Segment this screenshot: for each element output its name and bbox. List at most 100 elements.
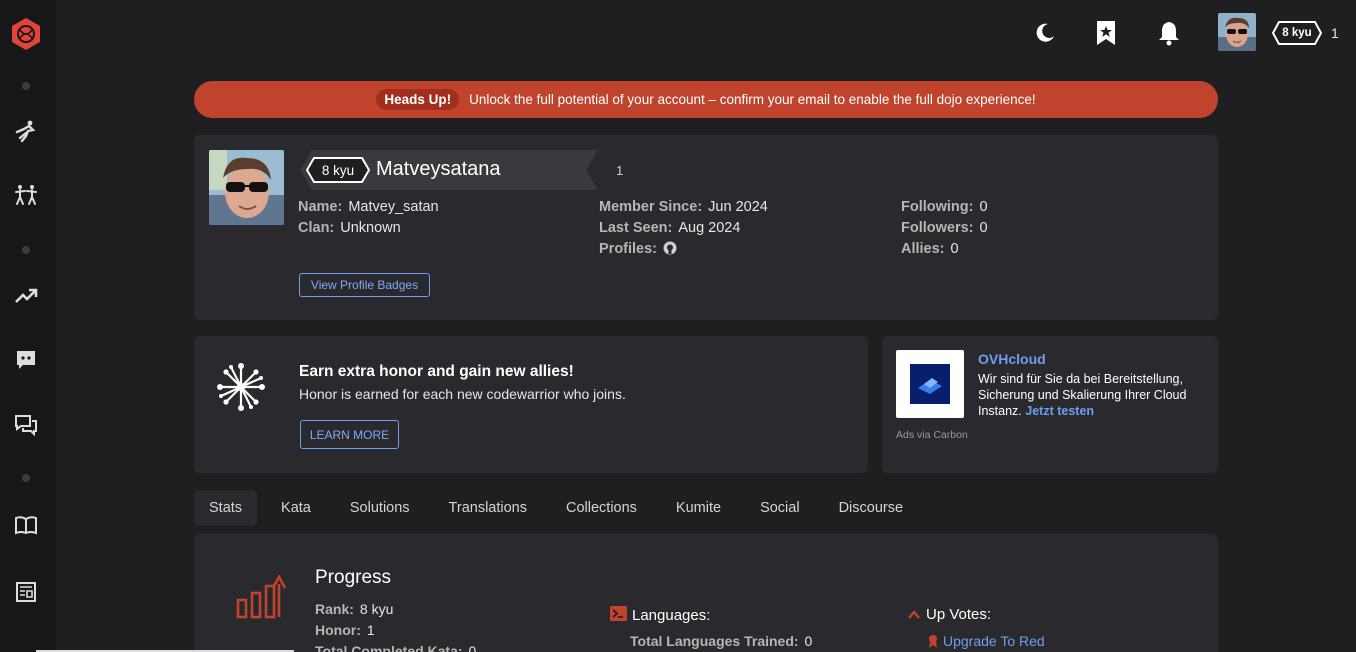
info-row-last-seen: Last Seen: Aug 2024 bbox=[599, 218, 768, 239]
stat-value: 0 bbox=[804, 633, 813, 649]
info-value: 0 bbox=[950, 241, 959, 257]
chevron-up-icon bbox=[908, 606, 920, 623]
promo-subtitle: Honor is earned for each new codewarrior… bbox=[299, 386, 626, 402]
profile-tabs: Stats Kata Solutions Translations Collec… bbox=[194, 490, 927, 526]
info-value: 0 bbox=[979, 199, 988, 215]
kumite-fight-icon[interactable] bbox=[14, 183, 38, 207]
info-value: Unknown bbox=[340, 220, 401, 236]
info-label: Profiles: bbox=[599, 241, 658, 257]
profile-info-middle: Member Since: Jun 2024 Last Seen: Aug 2024… bbox=[599, 197, 768, 262]
rank-badge-text: 8 kyu bbox=[1282, 27, 1312, 39]
stat-label: Total Completed Kata: bbox=[315, 643, 463, 652]
ads-via-carbon-link[interactable]: Ads via Carbon bbox=[896, 429, 968, 441]
tab-solutions[interactable]: Solutions bbox=[335, 490, 425, 526]
leaderboard-trending-icon[interactable] bbox=[14, 284, 38, 308]
tab-discourse[interactable]: Discourse bbox=[824, 490, 918, 526]
stat-value: 0 bbox=[468, 643, 477, 652]
info-value: Matvey_satan bbox=[348, 199, 439, 215]
info-label: Allies: bbox=[901, 241, 945, 257]
profile-info-right: Following: 0 Followers: 0 Allies: 0 bbox=[901, 197, 988, 260]
info-row-followers: Followers: 0 bbox=[901, 218, 988, 239]
info-label: Member Since: bbox=[599, 199, 703, 215]
tab-kumite[interactable]: Kumite bbox=[661, 490, 736, 526]
profile-nameplate: 8 kyu Matveysatana bbox=[300, 150, 598, 190]
info-value: Jun 2024 bbox=[708, 199, 768, 215]
profile-username: Matveysatana bbox=[376, 158, 501, 180]
network-allies-icon bbox=[216, 362, 266, 417]
alert-message: Unlock the full potential of your accoun… bbox=[469, 92, 1036, 107]
languages-heading-text: Languages: bbox=[632, 607, 711, 624]
email-confirm-alert: Heads Up! Unlock the full potential of y… bbox=[194, 81, 1218, 118]
profile-rank-badge: 8 kyu bbox=[306, 157, 370, 183]
info-label: Name: bbox=[298, 199, 343, 215]
tab-stats[interactable]: Stats bbox=[194, 490, 258, 526]
info-row-clan: Clan: Unknown bbox=[298, 218, 439, 239]
discord-icon[interactable] bbox=[14, 348, 38, 372]
upvotes-heading-text: Up Votes: bbox=[926, 606, 992, 623]
profile-honor: 1 bbox=[616, 163, 624, 178]
stat-value: 8 kyu bbox=[359, 601, 394, 617]
carbon-ad-card: OVHcloud Wir sind für Sie da bei Bereits… bbox=[882, 336, 1218, 473]
user-avatar[interactable] bbox=[1218, 13, 1256, 51]
info-row-following: Following: 0 bbox=[901, 197, 988, 218]
notifications-bell-icon[interactable] bbox=[1156, 20, 1182, 46]
bookmark-star-icon[interactable] bbox=[1093, 20, 1119, 46]
tab-kata[interactable]: Kata bbox=[266, 490, 326, 526]
ad-text: Wir sind für Sie da bei Bereitstellung, … bbox=[978, 371, 1206, 419]
profile-rank-text: 8 kyu bbox=[321, 162, 355, 178]
tab-collections[interactable]: Collections bbox=[551, 490, 652, 526]
tab-social[interactable]: Social bbox=[745, 490, 815, 526]
referral-promo-card: Earn extra honor and gain new allies! Ho… bbox=[194, 336, 868, 473]
stat-label: Total Languages Trained: bbox=[630, 633, 799, 649]
sidebar-divider-dot bbox=[22, 474, 30, 482]
progress-chart-icon bbox=[236, 574, 288, 625]
stat-languages-trained: Total Languages Trained: 0 bbox=[630, 633, 812, 649]
info-label: Last Seen: bbox=[599, 220, 673, 236]
profile-avatar bbox=[209, 150, 284, 225]
stat-label: Honor: bbox=[315, 622, 361, 638]
info-label: Following: bbox=[901, 199, 974, 215]
docs-book-icon[interactable] bbox=[14, 513, 38, 537]
ad-cta-link[interactable]: Jetzt testen bbox=[1025, 404, 1094, 418]
tab-translations[interactable]: Translations bbox=[434, 490, 542, 526]
discussions-icon[interactable] bbox=[14, 413, 38, 437]
info-row-member-since: Member Since: Jun 2024 bbox=[599, 197, 768, 218]
stat-value: 1 bbox=[366, 622, 375, 638]
stat-label: Rank: bbox=[315, 601, 354, 617]
sidebar bbox=[0, 0, 56, 652]
info-label: Clan: bbox=[298, 220, 335, 236]
upvotes-heading: Up Votes: bbox=[908, 606, 991, 623]
promo-title: Earn extra honor and gain new allies! bbox=[299, 363, 574, 380]
info-label: Followers: bbox=[901, 220, 974, 236]
info-row-profiles: Profiles: bbox=[599, 239, 768, 262]
progress-title: Progress bbox=[315, 567, 392, 588]
profile-info-left: Name: Matvey_satan Clan: Unknown bbox=[298, 197, 439, 239]
ad-image[interactable] bbox=[896, 350, 964, 418]
info-value: 0 bbox=[979, 220, 988, 236]
honor-count: 1 bbox=[1331, 25, 1339, 41]
learn-more-button[interactable]: LEARN MORE bbox=[300, 420, 399, 449]
stat-honor: Honor: 1 bbox=[315, 622, 375, 638]
info-row-name: Name: Matvey_satan bbox=[298, 197, 439, 218]
rank-badge: 8 kyu bbox=[1272, 21, 1322, 45]
upgrade-row: Upgrade To Red bbox=[928, 633, 1045, 651]
upgrade-to-red-link[interactable]: Upgrade To Red bbox=[943, 633, 1045, 649]
practice-kick-icon[interactable] bbox=[14, 119, 38, 143]
stat-rank: Rank: 8 kyu bbox=[315, 601, 393, 617]
stat-completed-kata: Total Completed Kata: 0 bbox=[315, 643, 476, 652]
sidebar-divider-dot bbox=[22, 82, 30, 90]
blog-news-icon[interactable] bbox=[14, 580, 38, 604]
languages-heading: Languages: bbox=[610, 606, 710, 625]
sidebar-divider-dot bbox=[22, 246, 30, 254]
info-value: Aug 2024 bbox=[678, 220, 741, 236]
github-icon[interactable] bbox=[663, 241, 677, 262]
codewars-logo-icon[interactable] bbox=[9, 17, 43, 51]
ribbon-icon bbox=[928, 634, 938, 651]
terminal-icon bbox=[610, 606, 627, 625]
stats-progress-card: Progress Rank: 8 kyu Honor: 1 Total Comple… bbox=[194, 534, 1218, 652]
view-profile-badges-button[interactable]: View Profile Badges bbox=[299, 273, 430, 297]
profile-card: 8 kyu Matveysatana 1 Name: Matvey_satan C… bbox=[194, 135, 1218, 320]
ad-name-link[interactable]: OVHcloud bbox=[978, 351, 1046, 367]
info-row-allies: Allies: 0 bbox=[901, 239, 988, 260]
dark-mode-moon-icon[interactable] bbox=[1032, 20, 1058, 46]
